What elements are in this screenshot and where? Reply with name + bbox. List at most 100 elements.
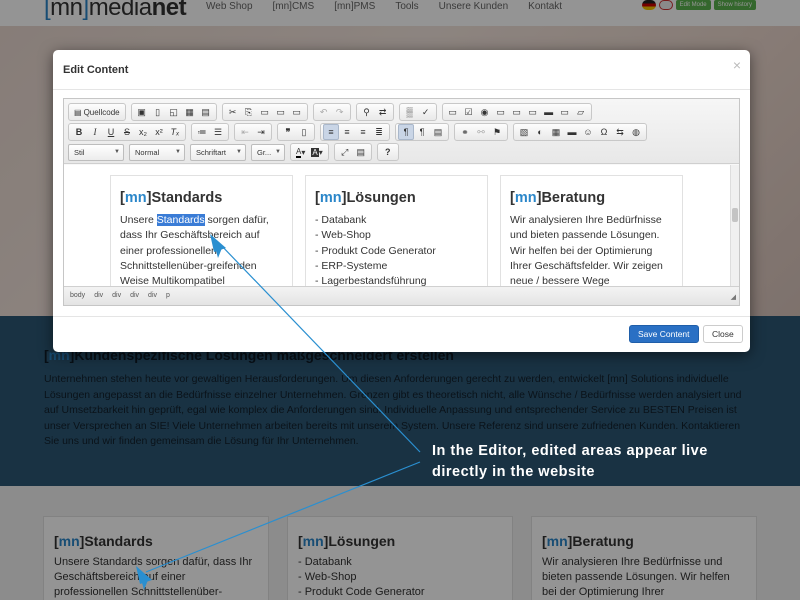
- toolbar-group-select: ▒ ✓: [398, 103, 437, 121]
- cut-icon[interactable]: ✂: [225, 104, 241, 120]
- paste-word-icon[interactable]: ▭: [289, 104, 305, 120]
- rich-text-editor: ▤ Quellcode ▣ ▯ ◱ ▦ ▤ ✂ ⎘ ▭ ▭ ▭ ↶ ↷ ⚲ ⇄ …: [63, 98, 740, 306]
- flash-icon[interactable]: ◐: [532, 124, 548, 140]
- size-dropdown[interactable]: Gr... ▼: [251, 143, 285, 161]
- copy-icon[interactable]: ⎘: [241, 104, 257, 120]
- table-icon[interactable]: ▦: [548, 124, 564, 140]
- subscript-icon[interactable]: x₂: [135, 124, 151, 140]
- new-page-icon[interactable]: ▯: [150, 104, 166, 120]
- source-button[interactable]: ▤ Quellcode: [71, 104, 123, 120]
- toolbar-row-2: B I U S x₂ x² Tₓ ≔ ☰ ⇤ ⇥ ❞ ▯ ≡ ≡ ≡ ≣ ¶ ¶…: [68, 122, 652, 142]
- hidden-field-icon[interactable]: ▱: [573, 104, 589, 120]
- indent-icon[interactable]: ⇥: [253, 124, 269, 140]
- paste-text-icon[interactable]: ▭: [273, 104, 289, 120]
- caption-line: In the Editor, edited areas appear live: [432, 443, 708, 459]
- preview-icon[interactable]: ◱: [166, 104, 182, 120]
- column-title: [mn]Lösungen: [315, 190, 416, 206]
- chevron-down-icon: ▼: [175, 149, 181, 155]
- toolbar-group-forms: ▭ ☑ ◉ ▭ ▭ ▭ ▬ ▭ ▱: [441, 103, 592, 121]
- toolbar-row-3: Stil ▼ Normal ▼ Schriftart ▼ Gr... ▼ A ▾ A ▾…: [68, 142, 404, 162]
- unlink-icon[interactable]: ⚯: [473, 124, 489, 140]
- anchor-icon[interactable]: ⚑: [489, 124, 505, 140]
- link-icon[interactable]: ⚭: [457, 124, 473, 140]
- selected-text[interactable]: Standards: [156, 214, 205, 226]
- source-label: Quellcode: [83, 107, 120, 117]
- replace-icon[interactable]: ⇄: [375, 104, 391, 120]
- italic-icon[interactable]: I: [87, 124, 103, 140]
- chevron-down-icon: ▼: [275, 149, 281, 155]
- path-item[interactable]: div: [94, 292, 103, 299]
- font-dropdown[interactable]: Schriftart ▼: [190, 143, 246, 161]
- ltr-icon[interactable]: ¶: [398, 124, 414, 140]
- smiley-icon[interactable]: ☺: [580, 124, 596, 140]
- editor-column-beratung[interactable]: [mn]Beratung Wir analysieren Ihre Bedürf…: [500, 175, 683, 286]
- editor-column-loesungen[interactable]: [mn]Lösungen - Databank - Web-Shop - Pro…: [305, 175, 488, 286]
- image-button-icon[interactable]: ▭: [557, 104, 573, 120]
- editor-scrollbar[interactable]: [730, 165, 739, 286]
- outdent-icon[interactable]: ⇤: [237, 124, 253, 140]
- undo-icon[interactable]: ↶: [316, 104, 332, 120]
- path-item[interactable]: div: [112, 292, 121, 299]
- editor-column-standards[interactable]: [mn]Standards Unsere Standards sorgen da…: [110, 175, 293, 286]
- close-icon[interactable]: ×: [733, 57, 741, 73]
- remove-format-icon[interactable]: Tₓ: [167, 124, 183, 140]
- align-left-icon[interactable]: ≡: [323, 124, 339, 140]
- bold-icon[interactable]: B: [71, 124, 87, 140]
- superscript-icon[interactable]: x²: [151, 124, 167, 140]
- find-icon[interactable]: ⚲: [359, 104, 375, 120]
- button-field-icon[interactable]: ▬: [541, 104, 557, 120]
- form-icon[interactable]: ▭: [445, 104, 461, 120]
- editor-toolbar: ▤ Quellcode ▣ ▯ ◱ ▦ ▤ ✂ ⎘ ▭ ▭ ▭ ↶ ↷ ⚲ ⇄ …: [64, 99, 739, 164]
- templates-icon[interactable]: ▤: [198, 104, 214, 120]
- rtl-icon[interactable]: ¶: [414, 124, 430, 140]
- checkbox-icon[interactable]: ☑: [461, 104, 477, 120]
- bulleted-list-icon[interactable]: ☰: [210, 124, 226, 140]
- path-item[interactable]: div: [148, 292, 157, 299]
- select-all-icon[interactable]: ▒: [402, 104, 418, 120]
- text-color-icon[interactable]: A ▾: [293, 144, 308, 160]
- image-icon[interactable]: ▧: [516, 124, 532, 140]
- maximize-icon[interactable]: ⤢: [337, 144, 353, 160]
- bg-color-icon[interactable]: A ▾: [308, 144, 325, 160]
- align-center-icon[interactable]: ≡: [339, 124, 355, 140]
- title-text: Lösungen: [346, 190, 416, 206]
- blockquote-icon[interactable]: ❞: [280, 124, 296, 140]
- align-justify-icon[interactable]: ≣: [371, 124, 387, 140]
- div-container-icon[interactable]: ▯: [296, 124, 312, 140]
- align-right-icon[interactable]: ≡: [355, 124, 371, 140]
- numbered-list-icon[interactable]: ≔: [194, 124, 210, 140]
- horizontal-line-icon[interactable]: ▬: [564, 124, 580, 140]
- save-doc-icon[interactable]: ▣: [134, 104, 150, 120]
- toolbar-group-help: ?: [376, 143, 399, 161]
- path-item[interactable]: div: [130, 292, 139, 299]
- spellcheck-icon[interactable]: ✓: [418, 104, 434, 120]
- radio-icon[interactable]: ◉: [477, 104, 493, 120]
- paste-icon[interactable]: ▭: [257, 104, 273, 120]
- page-break-icon[interactable]: ⇆: [612, 124, 628, 140]
- iframe-icon[interactable]: ◍: [628, 124, 644, 140]
- style-dropdown[interactable]: Stil ▼: [68, 143, 124, 161]
- path-item[interactable]: p: [166, 292, 170, 299]
- format-dropdown[interactable]: Normal ▼: [129, 143, 185, 161]
- close-button[interactable]: Close: [703, 325, 743, 343]
- print-icon[interactable]: ▦: [182, 104, 198, 120]
- redo-icon[interactable]: ↷: [332, 104, 348, 120]
- language-icon[interactable]: ▤: [430, 124, 446, 140]
- title-mn: mn: [514, 190, 537, 206]
- editor-content-area[interactable]: [mn]Standards Unsere Standards sorgen da…: [64, 165, 739, 286]
- textfield-icon[interactable]: ▭: [493, 104, 509, 120]
- select-field-icon[interactable]: ▭: [525, 104, 541, 120]
- strike-icon[interactable]: S: [119, 124, 135, 140]
- source-icon: ▤: [74, 107, 82, 117]
- textarea-icon[interactable]: ▭: [509, 104, 525, 120]
- underline-icon[interactable]: U: [103, 124, 119, 140]
- scrollbar-thumb[interactable]: [732, 208, 738, 222]
- style-dropdown-value: Stil: [74, 147, 85, 157]
- help-icon[interactable]: ?: [380, 144, 396, 160]
- resize-handle-icon[interactable]: ◢: [731, 293, 736, 301]
- show-blocks-icon[interactable]: ▤: [353, 144, 369, 160]
- toolbar-group-document: ▣ ▯ ◱ ▦ ▤: [130, 103, 217, 121]
- special-char-icon[interactable]: Ω: [596, 124, 612, 140]
- save-content-button[interactable]: Save Content: [629, 325, 699, 343]
- path-item[interactable]: body: [70, 292, 85, 299]
